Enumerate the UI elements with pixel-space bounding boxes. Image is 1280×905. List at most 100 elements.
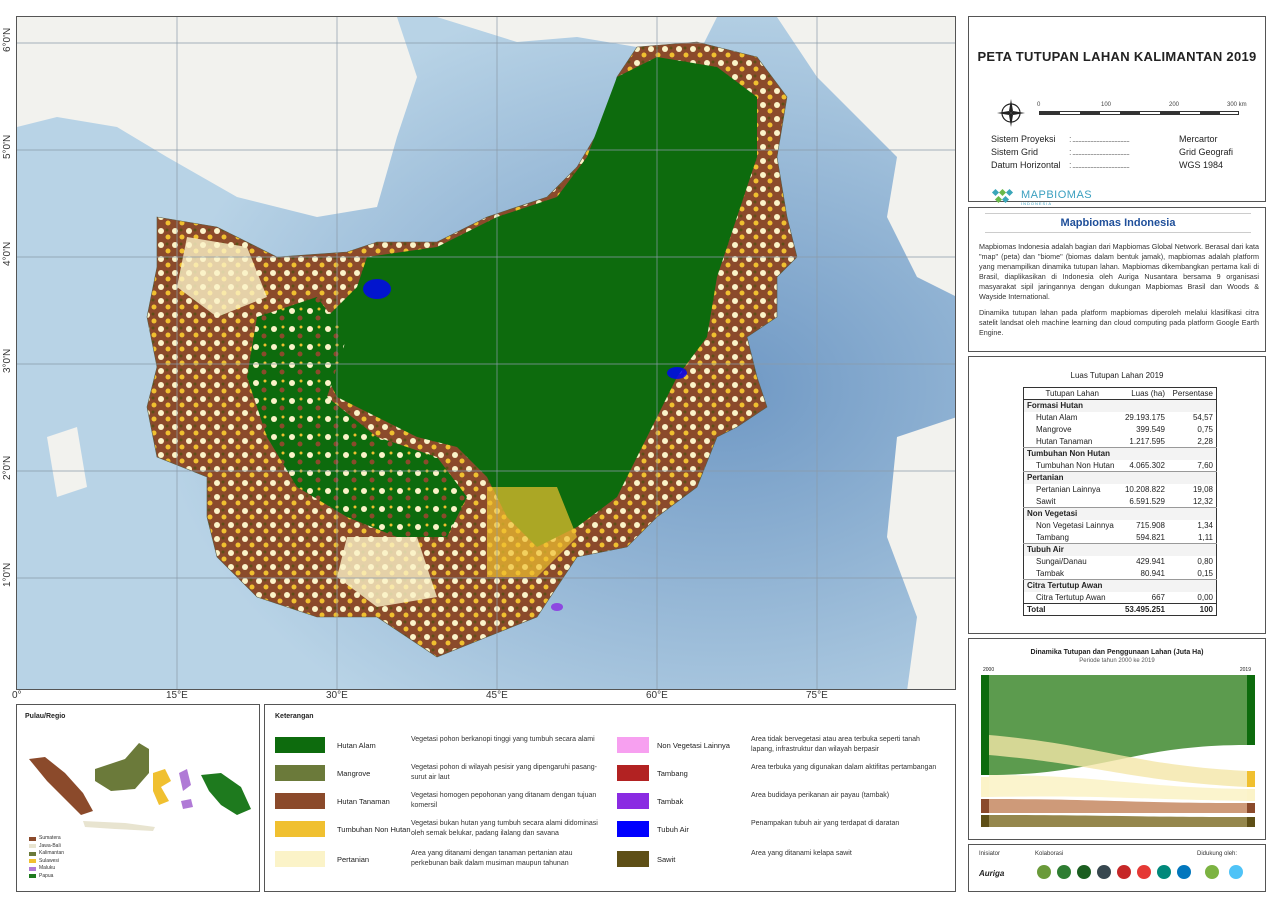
meta-row: Datum Horizontal : .....................…	[991, 160, 1224, 170]
region-legend-label: Sulawesi	[39, 857, 60, 864]
table-cell: 7,60	[1197, 460, 1213, 470]
region-swatch	[29, 866, 36, 871]
legend-swatch	[617, 851, 649, 867]
table-cell: 0,00	[1197, 592, 1213, 602]
lat-label: 4°0'N	[2, 241, 13, 266]
table-row: Hutan Tanaman 1.217.595 2,28	[1024, 436, 1217, 448]
sankey-panel: Dinamika Tutupan dan Penggunaan Lahan (J…	[968, 638, 1266, 840]
region-sulawesi	[153, 769, 171, 805]
legend-description: Vegetasi pohon berkanopi tinggi yang tum…	[411, 736, 595, 743]
table-group-row: Formasi Hutan	[1023, 399, 1217, 412]
legend-label: Tambak	[657, 797, 684, 806]
table-group-row: Citra Tertutup Awan	[1023, 579, 1217, 592]
scale-tick: 100	[1101, 102, 1112, 108]
table-header: Persentase	[1167, 387, 1217, 400]
sankey-node-start	[981, 815, 989, 827]
table-cell: Hutan Alam	[1036, 413, 1078, 422]
auriga-logo: Auriga	[979, 869, 1005, 878]
table-cell: 80.941	[1140, 568, 1165, 578]
table-title: Luas Tutupan Lahan 2019	[1070, 371, 1164, 380]
region-legend: Sumatera Jawa-Bali Kalimantan Sulawesi Maluk…	[29, 835, 64, 880]
region-legend-item: Sumatera	[29, 835, 64, 843]
legend-swatch	[275, 851, 325, 867]
legend-swatch	[617, 737, 649, 753]
table-group-label: Citra Tertutup Awan	[1023, 579, 1217, 592]
supporter-logo-icon	[1229, 865, 1243, 879]
compass-icon	[997, 99, 1025, 127]
sankey-node-start	[981, 799, 989, 813]
title-panel: PETA TUTUPAN LAHAN KALIMANTAN 2019 0 100…	[968, 16, 1266, 206]
info-paragraph: Dinamika tutupan lahan pada platform map…	[979, 308, 1259, 337]
table-cell: 6.591.529	[1129, 496, 1165, 506]
region-legend-item: Papua	[29, 873, 64, 881]
legend-swatch	[275, 793, 325, 809]
sankey-node-start	[981, 777, 989, 797]
table-cell: 0,15	[1197, 568, 1213, 578]
scale-tick: 0	[1037, 102, 1041, 108]
legend-label: Non Vegetasi Lainnya	[657, 741, 730, 750]
lon-label: 30°E	[326, 690, 348, 701]
brand-name: MAPBIOMAS	[1021, 188, 1093, 201]
meta-value: Mercartor	[1179, 134, 1218, 144]
legend-swatch	[617, 793, 649, 809]
legend-swatch	[617, 765, 649, 781]
legend-swatch	[617, 821, 649, 837]
legend-description: Vegetasi homogen pepohonan yang ditanam …	[411, 792, 597, 809]
partner-logo-icon	[1077, 865, 1091, 879]
meta-value: Grid Geografi	[1179, 147, 1234, 157]
table-cell: 10.208.822	[1124, 485, 1165, 494]
table-row: Pertanian Lainnya 10.208.822 19,08	[1024, 484, 1217, 496]
meta-key: Datum Horizontal	[991, 160, 1061, 170]
partner-logo-icon	[1057, 865, 1071, 879]
map-canvas[interactable]	[17, 17, 956, 690]
fishpond-area	[551, 603, 563, 611]
meta-key: Sistem Grid	[991, 147, 1039, 157]
legend-description: Vegetasi pohon di wilayah pesisir yang d…	[411, 764, 598, 781]
meta-key: Sistem Proyeksi	[991, 134, 1056, 144]
partner-logo-icon	[1137, 865, 1151, 879]
table-row: Citra Tertutup Awan 667 0,00	[1024, 592, 1217, 604]
sankey-flow	[989, 799, 1247, 813]
table-cell: Pertanian Lainnya	[1036, 485, 1101, 494]
region-maluku	[179, 769, 193, 809]
legend-label: Tumbuhan Non Hutan	[337, 825, 411, 834]
mapbiomas-logo-icon	[991, 188, 1014, 204]
table-group-label: Pertanian	[1023, 471, 1217, 484]
table-group-row: Tubuh Air	[1023, 543, 1217, 556]
lat-label: 6°0'N	[2, 27, 13, 52]
table-group-label: Formasi Hutan	[1023, 399, 1217, 412]
initiator-label: Inisiator	[979, 851, 1001, 857]
region-legend-label: Kalimantan	[39, 850, 65, 856]
table-group-row: Tumbuhan Non Hutan	[1023, 447, 1217, 460]
legend-description: Area yang ditanami kelapa sawit	[751, 850, 852, 857]
lon-label: 75°E	[806, 690, 828, 701]
scale-bar: 0 100 200 300 km	[1037, 102, 1249, 125]
legend-title: Keterangan	[275, 713, 314, 720]
region-legend-item: Sulawesi	[29, 858, 64, 866]
table-cell: 19,08	[1192, 485, 1213, 494]
lake-mahakam	[667, 367, 687, 379]
lon-label: 60°E	[646, 690, 668, 701]
legend-label: Tubuh Air	[657, 825, 689, 834]
table-cell: 594.821	[1136, 532, 1165, 542]
legend-swatch	[275, 737, 325, 753]
legend-swatch	[275, 765, 325, 781]
area-table-panel: Luas Tutupan Lahan 2019 Tutupan Lahan Lu…	[968, 356, 1266, 634]
meta-row: Sistem Proyeksi : ......................…	[991, 134, 1218, 144]
table-cell: 715.908	[1136, 521, 1165, 530]
map-view[interactable]	[16, 16, 956, 690]
table-header: Tutupan Lahan	[1023, 387, 1121, 400]
table-cell: 4.065.302	[1129, 460, 1165, 470]
table-group-label: Tubuh Air	[1023, 543, 1217, 556]
sankey-year-end: 2019	[1239, 667, 1251, 673]
table-cell: Mangrove	[1036, 425, 1072, 434]
partner-logo-icon	[1037, 865, 1051, 879]
table-cell: 29.193.175	[1124, 413, 1165, 422]
table-cell: 12,32	[1192, 496, 1213, 506]
table-cell: 54,57	[1192, 413, 1213, 422]
info-paragraph: Mapbiomas Indonesia adalah bagian dari M…	[979, 242, 1259, 301]
partner-logo-icon	[1157, 865, 1171, 879]
sankey-year-start: 2000	[983, 667, 995, 673]
table-header: Luas (ha)	[1120, 387, 1168, 400]
region-title: Pulau/Regio	[25, 713, 66, 720]
